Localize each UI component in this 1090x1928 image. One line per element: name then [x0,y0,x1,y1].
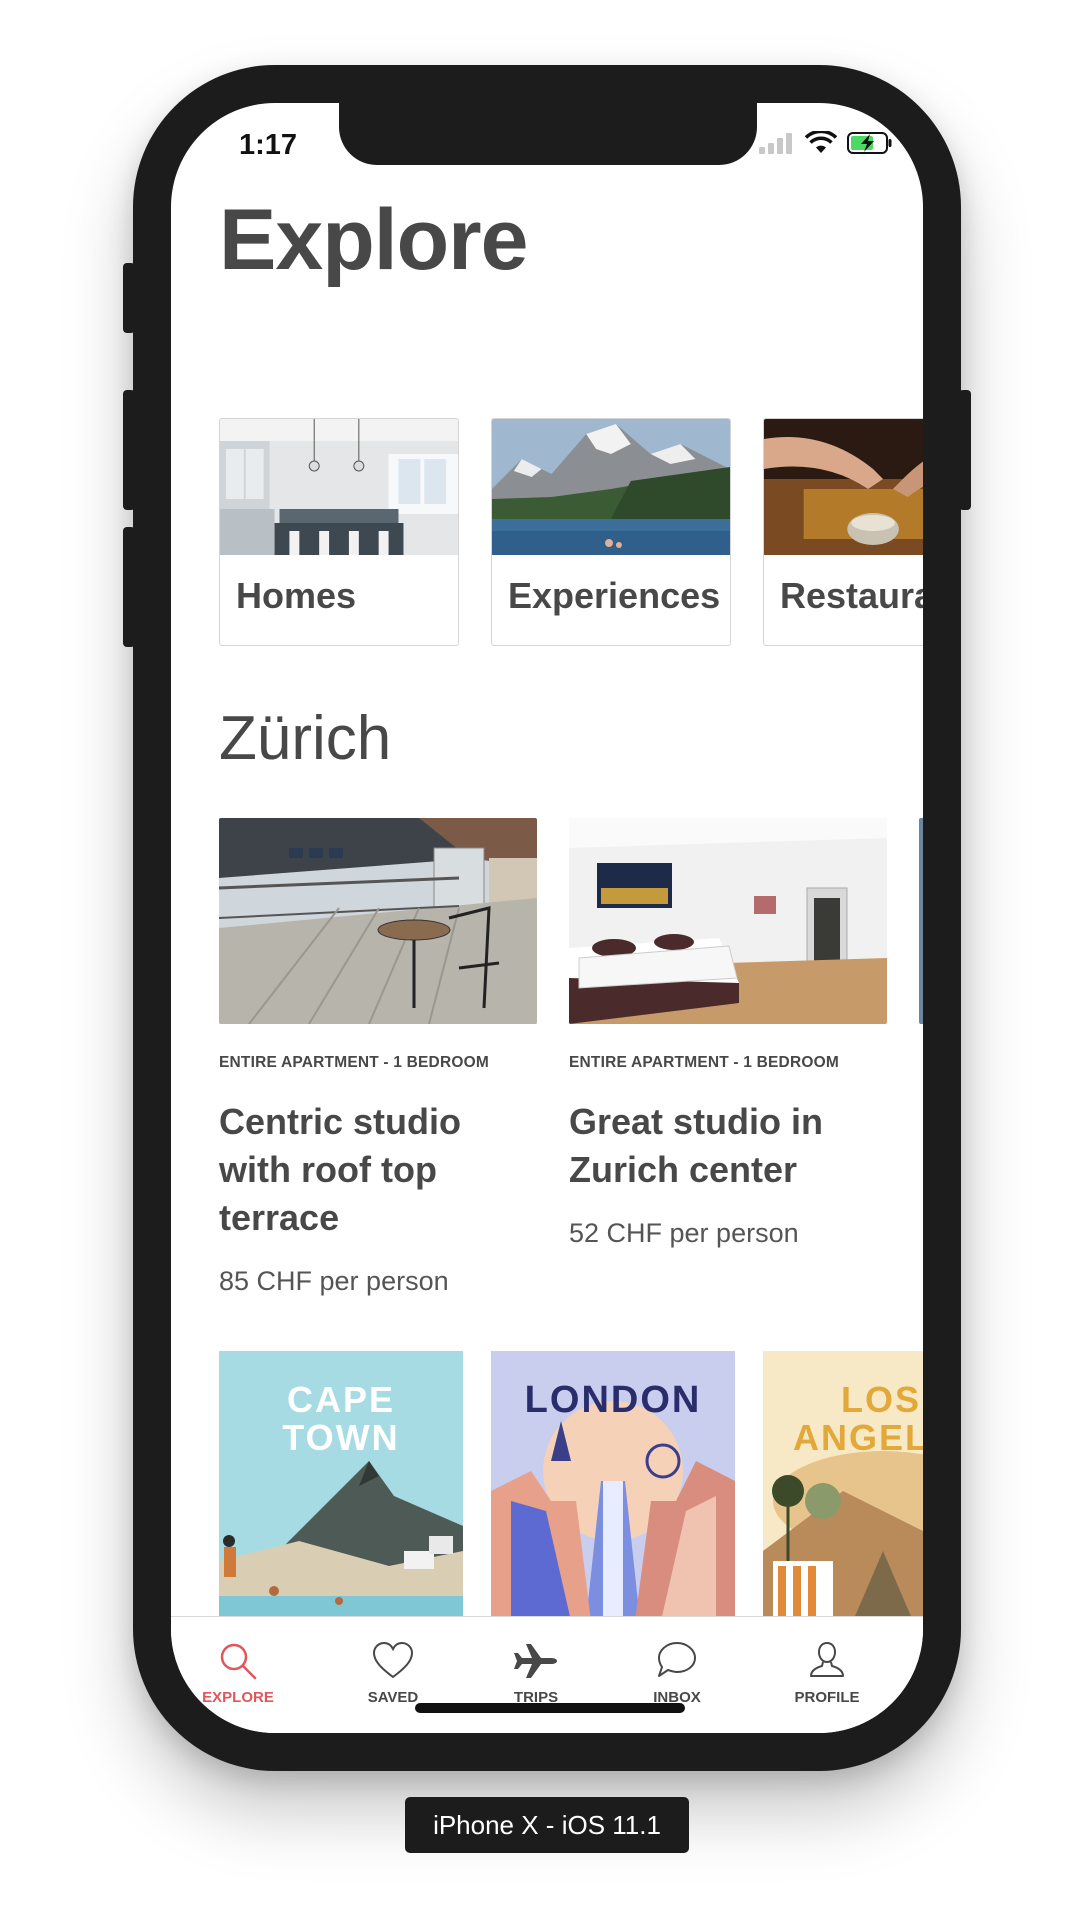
category-card-homes[interactable]: Homes [219,418,459,646]
tab-explore[interactable]: EXPLORE [183,1639,293,1706]
mountain-lake-photo [492,419,730,555]
city-name-line: LONDON [524,1379,702,1421]
listing-photo [569,818,887,1024]
tab-bar: EXPLORE SAVED TRIPS INBOX PROFILE [171,1616,923,1733]
category-label: Experiences [508,575,721,616]
tab-label: EXPLORE [202,1689,274,1706]
listing-card[interactable]: ENTIRE APARTMENT - 1 BEDROOM Great studi… [569,818,887,1249]
kitchen-photo [220,419,458,555]
tab-inbox[interactable]: INBOX [622,1639,732,1706]
city-name-line: TOWN [282,1417,400,1458]
volume-up-button [123,390,135,510]
category-card-experiences[interactable]: Experiences [491,418,731,646]
device-label: iPhone X - iOS 11.1 [405,1797,689,1853]
tab-trips[interactable]: TRIPS [481,1639,591,1706]
listing-card[interactable]: ENTIRE APARTMENT - 1 BEDROOM Centric stu… [219,818,537,1297]
listing-price: 52 CHF per person [569,1218,799,1248]
tab-saved[interactable]: SAVED [338,1639,448,1706]
heart-icon [372,1641,414,1679]
category-carousel[interactable]: Homes Experiences Restaur [219,418,923,648]
listing-kind: ENTIRE APARTMENT - 1 BEDROOM [219,1054,489,1071]
category-card-restaurants[interactable]: Restaurants [763,418,923,646]
cellular-signal-icon [759,133,792,154]
city-name-line: LOS [841,1379,922,1420]
status-icons [759,131,893,155]
person-icon [810,1641,844,1677]
cooking-photo [764,419,923,555]
city-card-los-angeles[interactable]: LOS ANGELES [763,1351,923,1621]
listing-title: Great studio in Zurich center [569,1101,824,1190]
silent-switch [123,263,135,333]
search-icon [220,1643,257,1680]
status-time: 1:17 [239,129,298,161]
listing-price: 85 CHF per person [219,1266,449,1296]
listing-kind: ENTIRE APARTMENT - 1 BEDROOM [569,1054,839,1071]
section-title: Zürich [219,704,392,773]
city-card-london[interactable]: LONDON [491,1351,735,1621]
city-carousel[interactable]: CAPE TOWN LONDON LOS ANGEL [219,1351,923,1621]
listing-photo [919,818,923,1024]
city-name-line: CAPE [286,1379,396,1420]
wifi-icon [805,131,837,153]
listing-card-partial[interactable] [919,818,923,1024]
home-indicator[interactable] [415,1703,685,1713]
power-button [959,390,971,510]
airplane-icon [514,1644,557,1678]
volume-down-button [123,527,135,647]
chat-bubble-icon [658,1642,696,1677]
notch [339,103,757,165]
tab-profile[interactable]: PROFILE [772,1639,882,1706]
listing-photo [219,818,537,1024]
category-label: Homes [236,575,357,616]
city-card-cape-town[interactable]: CAPE TOWN [219,1351,463,1621]
listing-carousel[interactable]: ENTIRE APARTMENT - 1 BEDROOM Centric stu… [219,818,923,1298]
tab-label: PROFILE [794,1689,860,1706]
battery-charging-icon [847,132,892,154]
device-frame: 1:17 Explore Homes Experiences Restaur Z… [123,65,971,1771]
page-title: Explore [219,192,528,288]
screen: 1:17 Explore Homes Experiences Restaur Z… [171,103,923,1733]
listing-title: Centric studio with roof top terrace [219,1101,462,1238]
category-label: Restaurants [780,575,923,616]
city-name-line: ANGELES [793,1417,923,1458]
